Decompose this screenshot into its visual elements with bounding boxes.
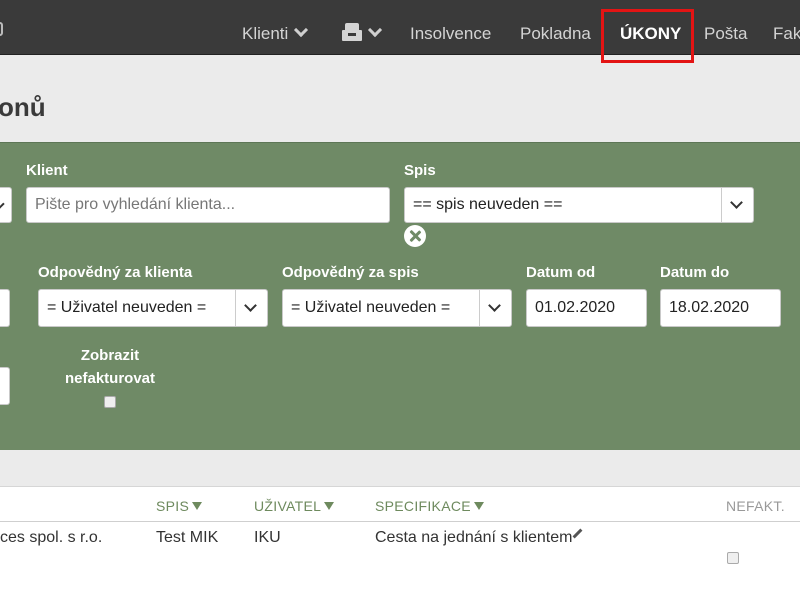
datum-od-label: Datum od <box>526 264 596 281</box>
nav-item-fak[interactable]: Fak <box>773 0 800 55</box>
chevron-down-icon <box>0 198 5 210</box>
nav-item-posta[interactable]: Pošta <box>704 0 747 55</box>
cut-off-field[interactable] <box>0 289 10 327</box>
sort-down-icon <box>473 502 484 510</box>
cut-off-select[interactable] <box>0 187 12 223</box>
menu-edge-icon <box>0 22 3 36</box>
nefakt-checkbox[interactable] <box>727 552 739 564</box>
cell-uzivatel: IKU <box>254 529 281 546</box>
column-header-nefakt: NEFAKT. <box>726 498 785 514</box>
cell-specifikace-text: Cesta na jednání s klientem <box>375 529 573 546</box>
odpovedny-klient-select[interactable]: = Uživatel neuveden = <box>38 289 268 327</box>
klient-label: Klient <box>26 162 68 179</box>
odpovedny-spis-toggle[interactable] <box>479 290 511 326</box>
nav-item-insolvence[interactable]: Insolvence <box>410 0 491 55</box>
inbox-icon <box>342 23 362 41</box>
nav-item-label: Klienti <box>242 24 289 43</box>
cell-specifikace[interactable]: Cesta na jednání s klientem <box>375 528 583 547</box>
odpovedny-klient-value: = Uživatel neuveden = <box>47 299 207 316</box>
nefakturovat-label: Zobrazit nefakturovat <box>64 347 156 387</box>
datum-od-input[interactable]: 01.02.2020 <box>526 289 647 327</box>
odpovedny-klient-label: Odpovědný za klienta <box>38 264 193 281</box>
sort-down-icon <box>324 502 335 510</box>
top-navigation: Klienti Insolvence Pokladna ÚKONY Pošta … <box>0 0 800 55</box>
datum-do-input[interactable]: 18.02.2020 <box>660 289 781 327</box>
chevron-down-icon <box>244 299 257 312</box>
cell-spis: Test MIK <box>156 529 219 546</box>
chevron-down-icon <box>488 299 501 312</box>
table-header: SPIS UŽIVATEL SPECIFIKACE NEFAKT. <box>0 487 800 522</box>
odpovedny-spis-label: Odpovědný za spis <box>282 264 419 281</box>
odpovedny-klient-toggle[interactable] <box>235 290 267 326</box>
cell-klient: ces spol. s r.o. <box>0 529 103 546</box>
spis-select-value: == spis neuveden == <box>413 196 563 213</box>
chevron-down-icon <box>367 22 383 38</box>
column-header-uzivatel[interactable]: UŽIVATEL <box>254 498 335 514</box>
nav-item-klienti[interactable]: Klienti <box>242 0 309 55</box>
spis-label: Spis <box>404 162 436 179</box>
page-title: onů <box>0 92 46 122</box>
spis-select-toggle[interactable] <box>721 188 753 222</box>
sort-down-icon <box>192 502 203 510</box>
column-header-spis[interactable]: SPIS <box>156 498 203 514</box>
nefakturovat-checkbox[interactable] <box>104 396 116 408</box>
odpovedny-spis-select[interactable]: = Uživatel neuveden = <box>282 289 512 327</box>
datum-do-label: Datum do <box>660 264 730 281</box>
cut-off-field[interactable] <box>0 367 10 405</box>
odpovedny-spis-value: = Uživatel neuveden = <box>291 299 451 316</box>
nav-item-ukony[interactable]: ÚKONY <box>620 0 681 55</box>
nav-item-inbox[interactable] <box>342 0 383 55</box>
pencil-icon[interactable] <box>573 528 583 539</box>
chevron-down-icon <box>294 22 309 38</box>
results-table: SPIS UŽIVATEL SPECIFIKACE NEFAKT. ces sp… <box>0 486 800 600</box>
column-header-specifikace[interactable]: SPECIFIKACE <box>375 498 484 514</box>
klient-search-input[interactable]: Pište pro vyhledání klienta... <box>26 187 390 223</box>
spis-select[interactable]: == spis neuveden == <box>404 187 754 223</box>
nav-item-pokladna[interactable]: Pokladna <box>520 0 591 55</box>
clear-icon[interactable] <box>404 225 426 247</box>
chevron-down-icon <box>730 196 743 209</box>
